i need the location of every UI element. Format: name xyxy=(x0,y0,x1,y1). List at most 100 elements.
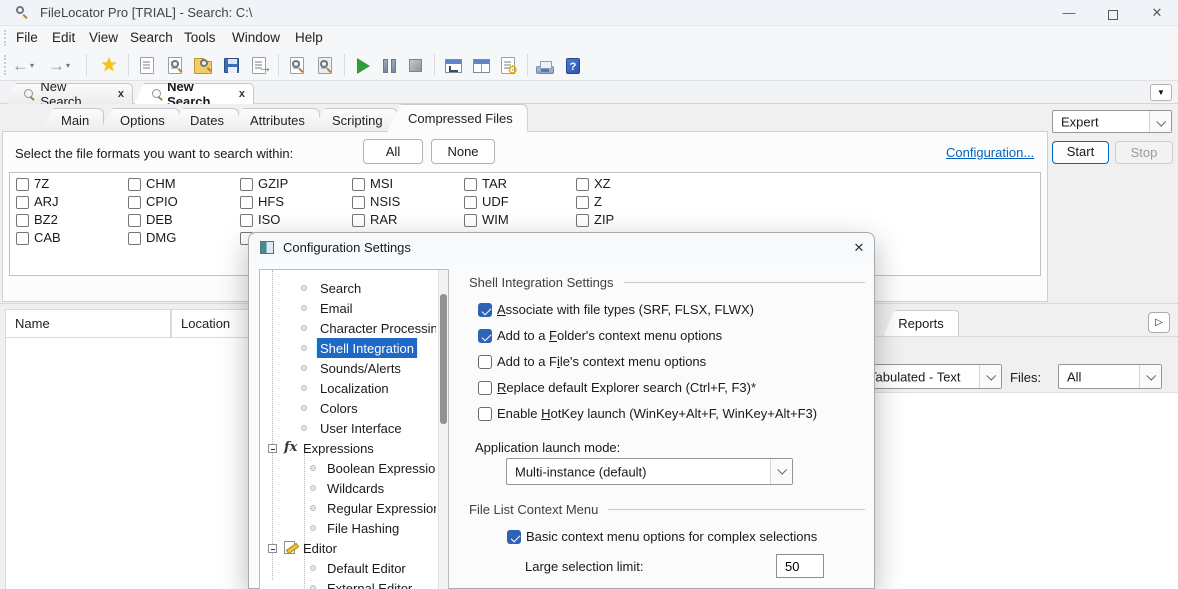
results-list[interactable] xyxy=(5,338,248,589)
checkbox-zip[interactable] xyxy=(576,214,589,227)
tree-item-regular-expressions[interactable]: Regular Expressions xyxy=(260,498,436,518)
none-button[interactable]: None xyxy=(431,139,495,164)
search-mode-combo[interactable]: Expert xyxy=(1052,110,1172,133)
export-button[interactable]: → xyxy=(246,53,272,78)
tree-item-default-editor[interactable]: Default Editor xyxy=(260,558,436,578)
checkbox-msi[interactable] xyxy=(352,178,365,191)
stop-search-toolbar-button[interactable] xyxy=(402,53,428,78)
start-button[interactable]: Start xyxy=(1052,141,1109,164)
reports-scroll-right-button[interactable]: ▷ xyxy=(1148,312,1170,333)
chevron-down-icon[interactable] xyxy=(1139,365,1161,388)
all-button[interactable]: All xyxy=(363,139,423,164)
tab-compressed-files[interactable]: Compressed Files xyxy=(387,104,528,132)
search-tab-2-active[interactable]: New Search x xyxy=(134,83,254,104)
search-tab-close-icon[interactable]: x xyxy=(239,88,245,100)
view-search-text-button[interactable] xyxy=(284,53,310,78)
checkbox-iso[interactable] xyxy=(240,214,253,227)
chevron-down-icon[interactable] xyxy=(770,459,792,484)
view-search-hex-button[interactable] xyxy=(312,53,338,78)
tree-item-expressions[interactable]: fxExpressions xyxy=(260,438,436,458)
checkbox-arj[interactable] xyxy=(16,196,29,209)
tree-item-boolean-expressions[interactable]: Boolean Expressions xyxy=(260,458,436,478)
new-search-button[interactable] xyxy=(134,53,160,78)
tab-main[interactable]: Main xyxy=(40,108,104,132)
checkbox-wim[interactable] xyxy=(464,214,477,227)
checkbox-chm[interactable] xyxy=(128,178,141,191)
report-options-button[interactable]: ⚙ xyxy=(495,53,521,78)
files-filter-combo[interactable]: All xyxy=(1058,364,1162,389)
checkbox-bz2[interactable] xyxy=(16,214,29,227)
checkbox-cab[interactable] xyxy=(16,232,29,245)
tree-scrollbar[interactable] xyxy=(438,270,448,589)
tree-scrollbar-thumb[interactable] xyxy=(440,294,447,424)
menu-tools[interactable]: Tools xyxy=(180,29,220,47)
checkbox-7z[interactable] xyxy=(16,178,29,191)
tree-item-editor[interactable]: Editor xyxy=(260,538,436,558)
checkbox-deb[interactable] xyxy=(128,214,141,227)
basic-context-menu-checkbox[interactable] xyxy=(507,530,521,544)
dialog-close-icon[interactable]: ✕ xyxy=(849,239,869,257)
checkbox-cpio[interactable] xyxy=(128,196,141,209)
menu-edit[interactable]: Edit xyxy=(48,29,79,47)
launch-mode-combo[interactable]: Multi-instance (default) xyxy=(506,458,793,485)
checkbox-xz[interactable] xyxy=(576,178,589,191)
replace-explorer-search-checkbox[interactable] xyxy=(478,381,492,395)
tree-item-character-processing[interactable]: Character Processing xyxy=(260,318,436,338)
goto-window-button[interactable] xyxy=(440,53,466,78)
checkbox-rar[interactable] xyxy=(352,214,365,227)
chevron-down-icon[interactable] xyxy=(979,365,1001,388)
search-tab-1[interactable]: New Search x xyxy=(6,83,133,104)
tree-item-wildcards[interactable]: Wildcards xyxy=(260,478,436,498)
search-tab-close-icon[interactable]: x xyxy=(118,88,124,100)
close-button[interactable]: ✕ xyxy=(1140,2,1174,24)
tree-item-file-hashing[interactable]: File Hashing xyxy=(260,518,436,538)
tree-item-external-editor[interactable]: External Editor xyxy=(260,578,436,589)
tree-item-colors[interactable]: Colors xyxy=(260,398,436,418)
folder-context-menu-checkbox[interactable] xyxy=(478,329,492,343)
hotkey-launch-checkbox[interactable] xyxy=(478,407,492,421)
checkbox-hfs[interactable] xyxy=(240,196,253,209)
tab-reports[interactable]: Reports xyxy=(883,310,959,336)
report-format-combo[interactable]: Tabulated - Text xyxy=(860,364,1002,389)
tab-attributes[interactable]: Attributes xyxy=(229,108,320,132)
tab-scripting[interactable]: Scripting xyxy=(311,108,398,132)
favorites-button[interactable]: ★ xyxy=(96,53,122,78)
checkbox-udf[interactable] xyxy=(464,196,477,209)
menu-help[interactable]: Help xyxy=(291,29,327,47)
menu-file[interactable]: File xyxy=(12,29,42,47)
collapse-icon[interactable] xyxy=(268,444,277,453)
start-search-toolbar-button[interactable] xyxy=(350,53,376,78)
checkbox-gzip[interactable] xyxy=(240,178,253,191)
split-view-button[interactable] xyxy=(468,53,494,78)
checkbox-nsis[interactable] xyxy=(352,196,365,209)
column-header-name[interactable]: Name xyxy=(5,309,171,338)
pause-search-toolbar-button[interactable] xyxy=(376,53,402,78)
minimize-button[interactable]: — xyxy=(1052,2,1086,24)
forward-button[interactable]: →▾ xyxy=(46,53,72,78)
tab-options[interactable]: Options xyxy=(99,108,180,132)
file-context-menu-checkbox[interactable] xyxy=(478,355,492,369)
open-search-criteria-button[interactable] xyxy=(162,53,188,78)
configuration-link[interactable]: Configuration... xyxy=(946,145,1034,160)
open-button[interactable] xyxy=(190,53,216,78)
tree-item-localization[interactable]: Localization xyxy=(260,378,436,398)
stop-button[interactable]: Stop xyxy=(1115,141,1173,164)
help-button[interactable]: ? xyxy=(560,53,586,78)
chevron-down-icon[interactable] xyxy=(1149,111,1171,132)
large-selection-limit-input[interactable] xyxy=(776,554,824,578)
print-button[interactable] xyxy=(532,53,558,78)
tree-item-search[interactable]: Search xyxy=(260,278,436,298)
back-button[interactable]: ←▾ xyxy=(10,53,36,78)
checkbox-dmg[interactable] xyxy=(128,232,141,245)
tab-list-dropdown-button[interactable]: ▼ xyxy=(1150,84,1172,101)
tree-item-user-interface[interactable]: User Interface xyxy=(260,418,436,438)
menu-search[interactable]: Search xyxy=(126,29,177,47)
tree-item-shell-integration[interactable]: Shell Integration xyxy=(260,338,436,358)
save-button[interactable] xyxy=(218,53,244,78)
checkbox-z[interactable] xyxy=(576,196,589,209)
checkbox-tar[interactable] xyxy=(464,178,477,191)
menu-window[interactable]: Window xyxy=(228,29,284,47)
maximize-button[interactable] xyxy=(1096,2,1130,24)
menu-view[interactable]: View xyxy=(85,29,122,47)
tree-item-email[interactable]: Email xyxy=(260,298,436,318)
